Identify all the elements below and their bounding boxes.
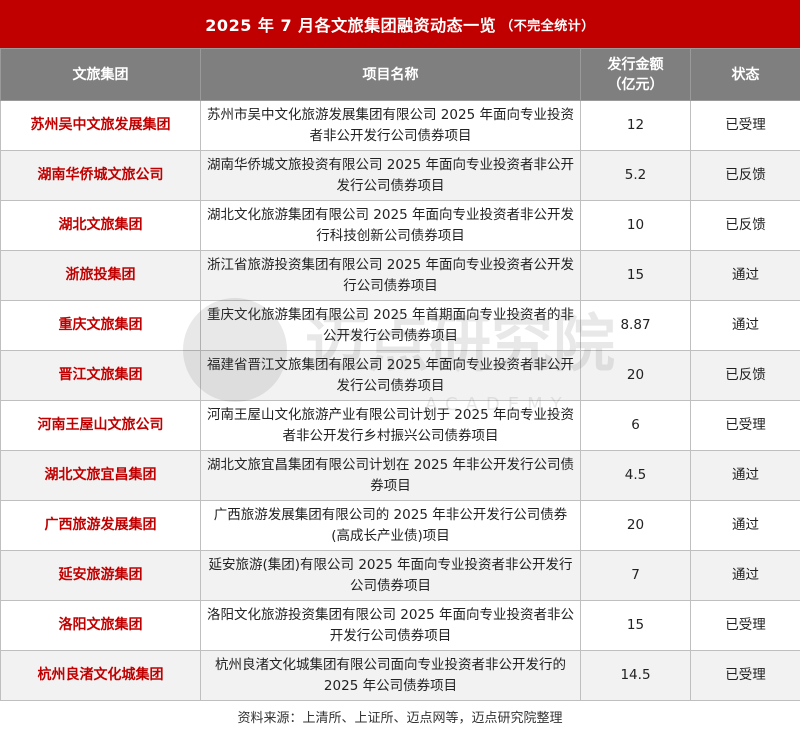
status-cell: 通过 — [690, 300, 800, 351]
table-row: 重庆文旅集团 重庆文化旅游集团有限公司 2025 年首期面向专业投资者的非公开发行… — [0, 300, 800, 351]
project-cell: 重庆文化旅游集团有限公司 2025 年首期面向专业投资者的非公开发行公司债券项目 — [200, 300, 581, 351]
project-cell: 广西旅游发展集团有限公司的 2025 年非公开发行公司债券(高成长产业债)项目 — [200, 500, 581, 551]
status-cell: 通过 — [690, 550, 800, 601]
project-cell: 湖北文化旅游集团有限公司 2025 年面向专业投资者非公开发行科技创新公司债券项… — [200, 200, 581, 251]
amount-cell: 5.2 — [580, 150, 691, 201]
status-cell: 通过 — [690, 250, 800, 301]
status-cell: 已受理 — [690, 400, 800, 451]
project-cell: 湖北文旅宜昌集团有限公司计划在 2025 年非公开发行公司债券项目 — [200, 450, 581, 501]
table-row: 晋江文旅集团 福建省晋江文旅集团有限公司 2025 年面向专业投资者非公开发行公司… — [0, 350, 800, 401]
amount-cell: 8.87 — [580, 300, 691, 351]
table-row: 湖南华侨城文旅公司 湖南华侨城文旅投资有限公司 2025 年面向专业投资者非公开发… — [0, 150, 800, 201]
project-cell: 湖南华侨城文旅投资有限公司 2025 年面向专业投资者非公开发行公司债券项目 — [200, 150, 581, 201]
group-cell: 广西旅游发展集团 — [0, 500, 201, 551]
page-subtitle: （不完全统计） — [500, 18, 595, 34]
table-header-row: 文旅集团 项目名称 发行金额（亿元） 状态 — [0, 48, 800, 101]
financing-table: 文旅集团 项目名称 发行金额（亿元） 状态 苏州吴中文旅发展集团 苏州市吴中文化旅… — [0, 48, 800, 701]
project-cell: 延安旅游(集团)有限公司 2025 年面向专业投资者非公开发行公司债券项目 — [200, 550, 581, 601]
group-cell: 湖北文旅宜昌集团 — [0, 450, 201, 501]
project-cell: 河南王屋山文化旅游产业有限公司计划于 2025 年向专业投资者非公开发行乡村振兴… — [200, 400, 581, 451]
table-row: 苏州吴中文旅发展集团 苏州市吴中文化旅游发展集团有限公司 2025 年面向专业投资… — [0, 100, 800, 151]
amount-cell: 20 — [580, 500, 691, 551]
group-cell: 苏州吴中文旅发展集团 — [0, 100, 201, 151]
amount-cell: 15 — [580, 600, 691, 651]
page-title: 2025 年 7 月各文旅集团融资动态一览 — [205, 16, 497, 35]
group-cell: 杭州良渚文化城集团 — [0, 650, 201, 701]
amount-cell: 14.5 — [580, 650, 691, 701]
table-row: 洛阳文旅集团 洛阳文化旅游投资集团有限公司 2025 年面向专业投资者非公开发行公… — [0, 600, 800, 651]
column-header-group: 文旅集团 — [0, 48, 201, 101]
group-cell: 重庆文旅集团 — [0, 300, 201, 351]
amount-cell: 4.5 — [580, 450, 691, 501]
status-cell: 已反馈 — [690, 150, 800, 201]
status-cell: 已受理 — [690, 100, 800, 151]
source-note: 资料来源：上清所、上证所、迈点网等，迈点研究院整理 — [237, 710, 563, 726]
status-cell: 通过 — [690, 450, 800, 501]
table-row: 湖北文旅集团 湖北文化旅游集团有限公司 2025 年面向专业投资者非公开发行科技创… — [0, 200, 800, 251]
amount-cell: 7 — [580, 550, 691, 601]
table-row: 湖北文旅宜昌集团 湖北文旅宜昌集团有限公司计划在 2025 年非公开发行公司债券项… — [0, 450, 800, 501]
page-title-bar: 2025 年 7 月各文旅集团融资动态一览 （不完全统计） — [0, 0, 800, 48]
group-cell: 湖北文旅集团 — [0, 200, 201, 251]
table-body: 苏州吴中文旅发展集团 苏州市吴中文化旅游发展集团有限公司 2025 年面向专业投资… — [0, 100, 800, 701]
column-header-amount: 发行金额（亿元） — [580, 48, 691, 101]
amount-cell: 15 — [580, 250, 691, 301]
table-row: 杭州良渚文化城集团 杭州良渚文化城集团有限公司面向专业投资者非公开发行的 2025… — [0, 650, 800, 701]
status-cell: 已受理 — [690, 600, 800, 651]
table-row: 浙旅投集团 浙江省旅游投资集团有限公司 2025 年面向专业投资者公开发行公司债券… — [0, 250, 800, 301]
amount-cell: 12 — [580, 100, 691, 151]
status-cell: 通过 — [690, 500, 800, 551]
amount-cell: 20 — [580, 350, 691, 401]
group-cell: 湖南华侨城文旅公司 — [0, 150, 201, 201]
table-row: 延安旅游集团 延安旅游(集团)有限公司 2025 年面向专业投资者非公开发行公司债… — [0, 550, 800, 601]
project-cell: 苏州市吴中文化旅游发展集团有限公司 2025 年面向专业投资者非公开发行公司债券… — [200, 100, 581, 151]
column-header-status: 状态 — [690, 48, 800, 101]
group-cell: 河南王屋山文旅公司 — [0, 400, 201, 451]
status-cell: 已受理 — [690, 650, 800, 701]
group-cell: 晋江文旅集团 — [0, 350, 201, 401]
group-cell: 延安旅游集团 — [0, 550, 201, 601]
group-cell: 浙旅投集团 — [0, 250, 201, 301]
project-cell: 浙江省旅游投资集团有限公司 2025 年面向专业投资者公开发行公司债券项目 — [200, 250, 581, 301]
column-header-project: 项目名称 — [200, 48, 581, 101]
amount-cell: 10 — [580, 200, 691, 251]
project-cell: 杭州良渚文化城集团有限公司面向专业投资者非公开发行的 2025 年公司债券项目 — [200, 650, 581, 701]
column-header-amount-text: 发行金额（亿元） — [607, 56, 664, 93]
status-cell: 已反馈 — [690, 350, 800, 401]
table-row: 广西旅游发展集团 广西旅游发展集团有限公司的 2025 年非公开发行公司债券(高成… — [0, 500, 800, 551]
amount-cell: 6 — [580, 400, 691, 451]
group-cell: 洛阳文旅集团 — [0, 600, 201, 651]
project-cell: 福建省晋江文旅集团有限公司 2025 年面向专业投资者非公开发行公司债券项目 — [200, 350, 581, 401]
project-cell: 洛阳文化旅游投资集团有限公司 2025 年面向专业投资者非公开发行公司债券项目 — [200, 600, 581, 651]
status-cell: 已反馈 — [690, 200, 800, 251]
table-row: 河南王屋山文旅公司 河南王屋山文化旅游产业有限公司计划于 2025 年向专业投资者… — [0, 400, 800, 451]
